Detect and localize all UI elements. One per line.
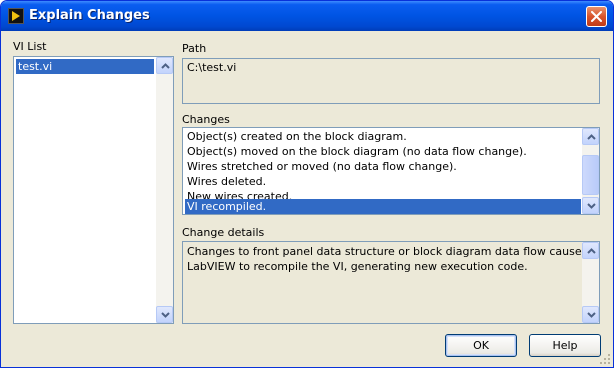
chevron-up-icon: [587, 248, 596, 254]
title-bar[interactable]: Explain Changes: [1, 1, 613, 31]
change-details-line: LabVIEW to recompile the VI, generating …: [187, 260, 528, 273]
path-label: Path: [182, 42, 207, 55]
vi-list-scrollbar[interactable]: [156, 57, 173, 323]
labview-app-icon: [8, 8, 24, 24]
resize-grip-icon[interactable]: [599, 353, 611, 365]
changes-item[interactable]: Object(s) created on the block diagram.: [185, 129, 583, 144]
changes-scrollbar[interactable]: [582, 128, 599, 214]
scroll-down-button[interactable]: [156, 306, 173, 323]
vi-list-label: VI List: [13, 40, 47, 53]
change-details-label: Change details: [182, 226, 265, 239]
ok-button[interactable]: OK: [445, 334, 517, 357]
scroll-up-button[interactable]: [582, 128, 599, 145]
change-details-line: Changes to front panel data structure or…: [187, 245, 588, 258]
changes-item[interactable]: Object(s) moved on the block diagram (no…: [185, 144, 583, 159]
path-value: C:\test.vi: [187, 61, 237, 74]
explain-changes-dialog: Explain Changes VI List test.vi Path C:\…: [0, 0, 614, 368]
vi-list-item[interactable]: test.vi: [16, 59, 154, 74]
chevron-up-icon: [161, 63, 170, 69]
change-details-box: Changes to front panel data structure or…: [182, 241, 600, 324]
change-details-scrollbar[interactable]: [582, 242, 599, 323]
chevron-down-icon: [587, 312, 596, 318]
help-button[interactable]: Help: [529, 334, 601, 357]
changes-item[interactable]: Wires deleted.: [185, 174, 583, 189]
chevron-up-icon: [587, 134, 596, 140]
scroll-up-button[interactable]: [156, 57, 173, 74]
scroll-down-button[interactable]: [582, 306, 599, 323]
changes-label: Changes: [182, 113, 230, 126]
scroll-down-button[interactable]: [582, 197, 599, 214]
scroll-up-button[interactable]: [582, 242, 599, 259]
vi-list-box[interactable]: test.vi: [13, 56, 174, 324]
scroll-thumb[interactable]: [582, 155, 599, 195]
window-title: Explain Changes: [29, 8, 150, 23]
chevron-down-icon: [161, 312, 170, 318]
changes-list-box[interactable]: Object(s) created on the block diagram. …: [182, 127, 600, 215]
changes-item[interactable]: Wires stretched or moved (no data flow c…: [185, 159, 583, 174]
close-button[interactable]: [586, 6, 607, 27]
close-icon: [591, 11, 602, 22]
chevron-down-icon: [587, 203, 596, 209]
path-field: C:\test.vi: [182, 58, 600, 104]
changes-item-selected[interactable]: VI recompiled.: [185, 199, 581, 214]
